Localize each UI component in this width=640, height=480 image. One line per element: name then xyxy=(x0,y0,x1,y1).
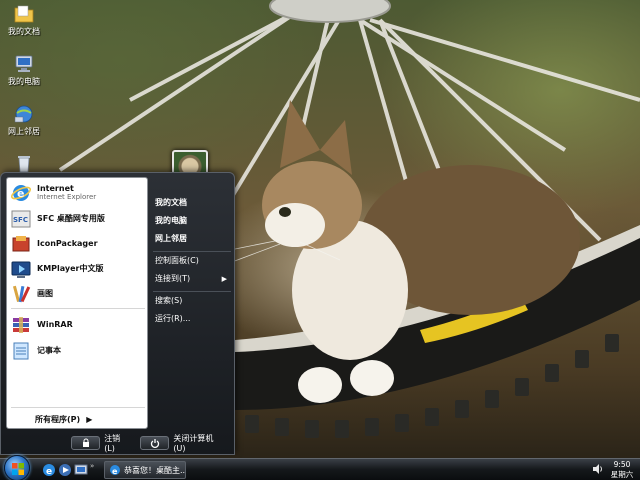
computer-icon xyxy=(15,55,33,72)
shutdown-label: 关闭计算机(U) xyxy=(173,434,214,453)
quicklaunch-media-icon[interactable] xyxy=(58,463,72,477)
all-programs-separator xyxy=(11,407,145,408)
menu-connect-to[interactable]: 连接到(T) ▶ xyxy=(151,271,233,286)
folder-documents-icon xyxy=(14,5,34,23)
start-menu: e Internet Internet Explorer SFC SFC 桌酷网… xyxy=(0,172,235,455)
system-clock[interactable]: 9:50 星期六 xyxy=(606,460,638,480)
taskbar: e » e 恭喜您！桌酷主... 9:50 星期六 xyxy=(0,455,640,480)
program-iconpackager[interactable]: IconPackager xyxy=(11,232,143,256)
program-name: SFC 桌酷网专用版 xyxy=(37,213,105,223)
program-paint[interactable]: 画图 xyxy=(11,282,143,306)
pinned-programs-panel: e Internet Internet Explorer SFC SFC 桌酷网… xyxy=(6,177,148,429)
right-pane-separator xyxy=(153,251,231,252)
logoff-label: 注销(L) xyxy=(104,434,121,453)
program-name: 画图 xyxy=(37,288,53,298)
menu-label: 网上邻居 xyxy=(155,234,187,243)
iconpackager-icon xyxy=(12,236,30,252)
program-sfc[interactable]: SFC SFC 桌酷网专用版 xyxy=(11,207,143,231)
volume-icon[interactable] xyxy=(592,463,604,475)
desktop-icon-my-computer[interactable]: 我的电脑 xyxy=(2,54,46,87)
svg-text:e: e xyxy=(112,467,118,476)
start-menu-footer: 注销(L) 关闭计算机(U) xyxy=(71,433,234,453)
all-programs-label: 所有程序(P) xyxy=(35,414,81,424)
sfc-icon: SFC xyxy=(11,210,31,228)
program-winrar[interactable]: WinRAR xyxy=(11,313,143,337)
arrow-right-icon: ▶ xyxy=(221,274,227,283)
taskbar-window-button[interactable]: e 恭喜您！桌酷主... xyxy=(104,461,186,479)
menu-search[interactable]: 搜索(S) xyxy=(151,293,233,308)
program-internet-explorer[interactable]: e Internet Internet Explorer xyxy=(11,181,143,205)
menu-run[interactable]: 运行(R)... xyxy=(151,311,233,326)
menu-label: 连接到(T) xyxy=(155,274,191,283)
desktop-icon-label: 网上邻居 xyxy=(8,127,40,136)
program-name: IconPackager xyxy=(37,238,98,248)
menu-control-panel[interactable]: 控制面板(C) xyxy=(151,253,233,268)
recycle-bin-icon xyxy=(18,156,30,173)
desktop-icon-label: 我的电脑 xyxy=(8,77,40,86)
network-icon xyxy=(14,105,33,123)
kmplayer-icon xyxy=(11,261,31,278)
menu-my-computer[interactable]: 我的电脑 xyxy=(151,213,233,228)
svg-text:SFC: SFC xyxy=(13,216,28,224)
lock-icon xyxy=(71,436,101,450)
right-pane-separator xyxy=(153,291,231,292)
logoff-button[interactable]: 注销(L) xyxy=(71,433,130,453)
start-button[interactable] xyxy=(4,455,30,480)
program-name: 记事本 xyxy=(37,345,61,355)
desktop-icon-label: 我的文档 xyxy=(8,27,40,36)
menu-label: 控制面板(C) xyxy=(155,256,199,265)
program-kmplayer[interactable]: KMPlayer中文版 xyxy=(11,257,143,281)
clock-time: 9:50 xyxy=(613,460,631,469)
menu-label: 我的文档 xyxy=(155,198,187,207)
quicklaunch-ie-icon[interactable]: e xyxy=(42,463,56,477)
program-name: KMPlayer中文版 xyxy=(37,263,104,273)
program-notepad[interactable]: 记事本 xyxy=(11,339,143,363)
program-name: WinRAR xyxy=(37,319,73,329)
quicklaunch-desktop-icon[interactable] xyxy=(74,463,88,477)
menu-label: 我的电脑 xyxy=(155,216,187,225)
svg-text:e: e xyxy=(46,467,52,477)
winrar-icon xyxy=(13,317,29,333)
desktop-icon-network[interactable]: 网上邻居 xyxy=(2,104,46,137)
program-subtitle: Internet Explorer xyxy=(37,192,97,201)
menu-my-documents[interactable]: 我的文档 xyxy=(151,195,233,210)
internet-explorer-icon: e xyxy=(11,185,31,201)
all-programs-button[interactable]: 所有程序(P) ▶ xyxy=(11,412,145,426)
taskbar-window-label: 恭喜您！桌酷主... xyxy=(124,465,186,475)
paint-icon xyxy=(12,285,31,303)
menu-network[interactable]: 网上邻居 xyxy=(151,231,233,246)
power-icon xyxy=(140,436,170,450)
menu-label: 搜索(S) xyxy=(155,296,183,305)
notepad-icon xyxy=(13,342,29,360)
windows-flag-icon xyxy=(12,463,24,475)
shutdown-button[interactable]: 关闭计算机(U) xyxy=(140,433,224,453)
arrow-right-icon: ▶ xyxy=(86,414,93,424)
pinned-separator xyxy=(11,308,145,309)
quicklaunch-chevron-icon[interactable]: » xyxy=(90,462,94,470)
menu-label: 运行(R)... xyxy=(155,314,191,323)
clock-day: 星期六 xyxy=(610,470,634,479)
svg-text:e: e xyxy=(17,187,24,200)
internet-explorer-icon: e xyxy=(110,465,120,476)
desktop-icon-my-documents[interactable]: 我的文档 xyxy=(2,4,46,37)
